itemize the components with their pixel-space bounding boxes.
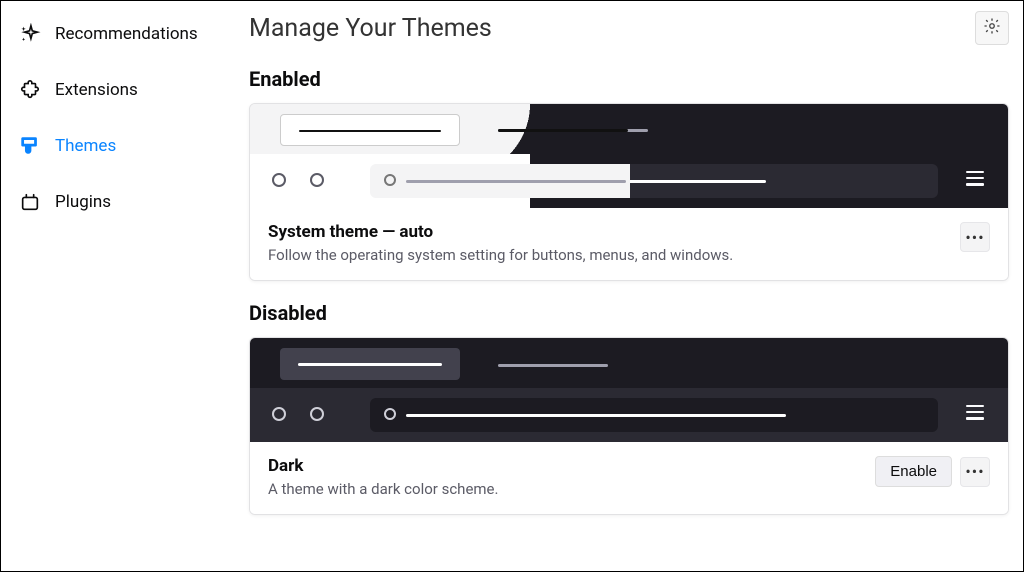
ellipsis-icon: ••• [965,228,984,247]
more-options-button[interactable]: ••• [960,457,990,487]
enable-button[interactable]: Enable [875,456,952,487]
sidebar-item-label: Plugins [55,192,111,212]
addons-sidebar: Recommendations Extensions Themes [1,1,231,571]
theme-preview [250,104,1008,208]
theme-card-system: System theme — auto Follow the operating… [249,103,1009,281]
sidebar-item-label: Recommendations [55,24,198,44]
main-content: Manage Your Themes Enabled [231,1,1023,571]
theme-description: Follow the operating system setting for … [268,246,948,264]
sidebar-item-recommendations[interactable]: Recommendations [7,13,225,55]
sidebar-item-themes[interactable]: Themes [7,125,225,167]
sidebar-item-label: Extensions [55,80,138,100]
enabled-heading: Enabled [249,67,1009,91]
plugin-icon [19,191,41,213]
more-options-button[interactable]: ••• [960,222,990,252]
hamburger-icon [966,405,984,420]
sparkle-icon [19,23,41,45]
page-title: Manage Your Themes [249,14,492,43]
theme-name: Dark [268,456,863,476]
puzzle-icon [19,79,41,101]
paintbrush-icon [19,135,41,157]
theme-card-dark: Dark A theme with a dark color scheme. E… [249,337,1009,515]
hamburger-icon [966,171,984,186]
sidebar-item-plugins[interactable]: Plugins [7,181,225,223]
disabled-heading: Disabled [249,301,1009,325]
gear-icon [983,17,1001,39]
theme-description: A theme with a dark color scheme. [268,480,863,498]
sidebar-item-label: Themes [55,136,116,156]
ellipsis-icon: ••• [965,462,984,481]
theme-preview [250,338,1008,442]
settings-button[interactable] [975,11,1009,45]
theme-name: System theme — auto [268,222,948,242]
sidebar-item-extensions[interactable]: Extensions [7,69,225,111]
